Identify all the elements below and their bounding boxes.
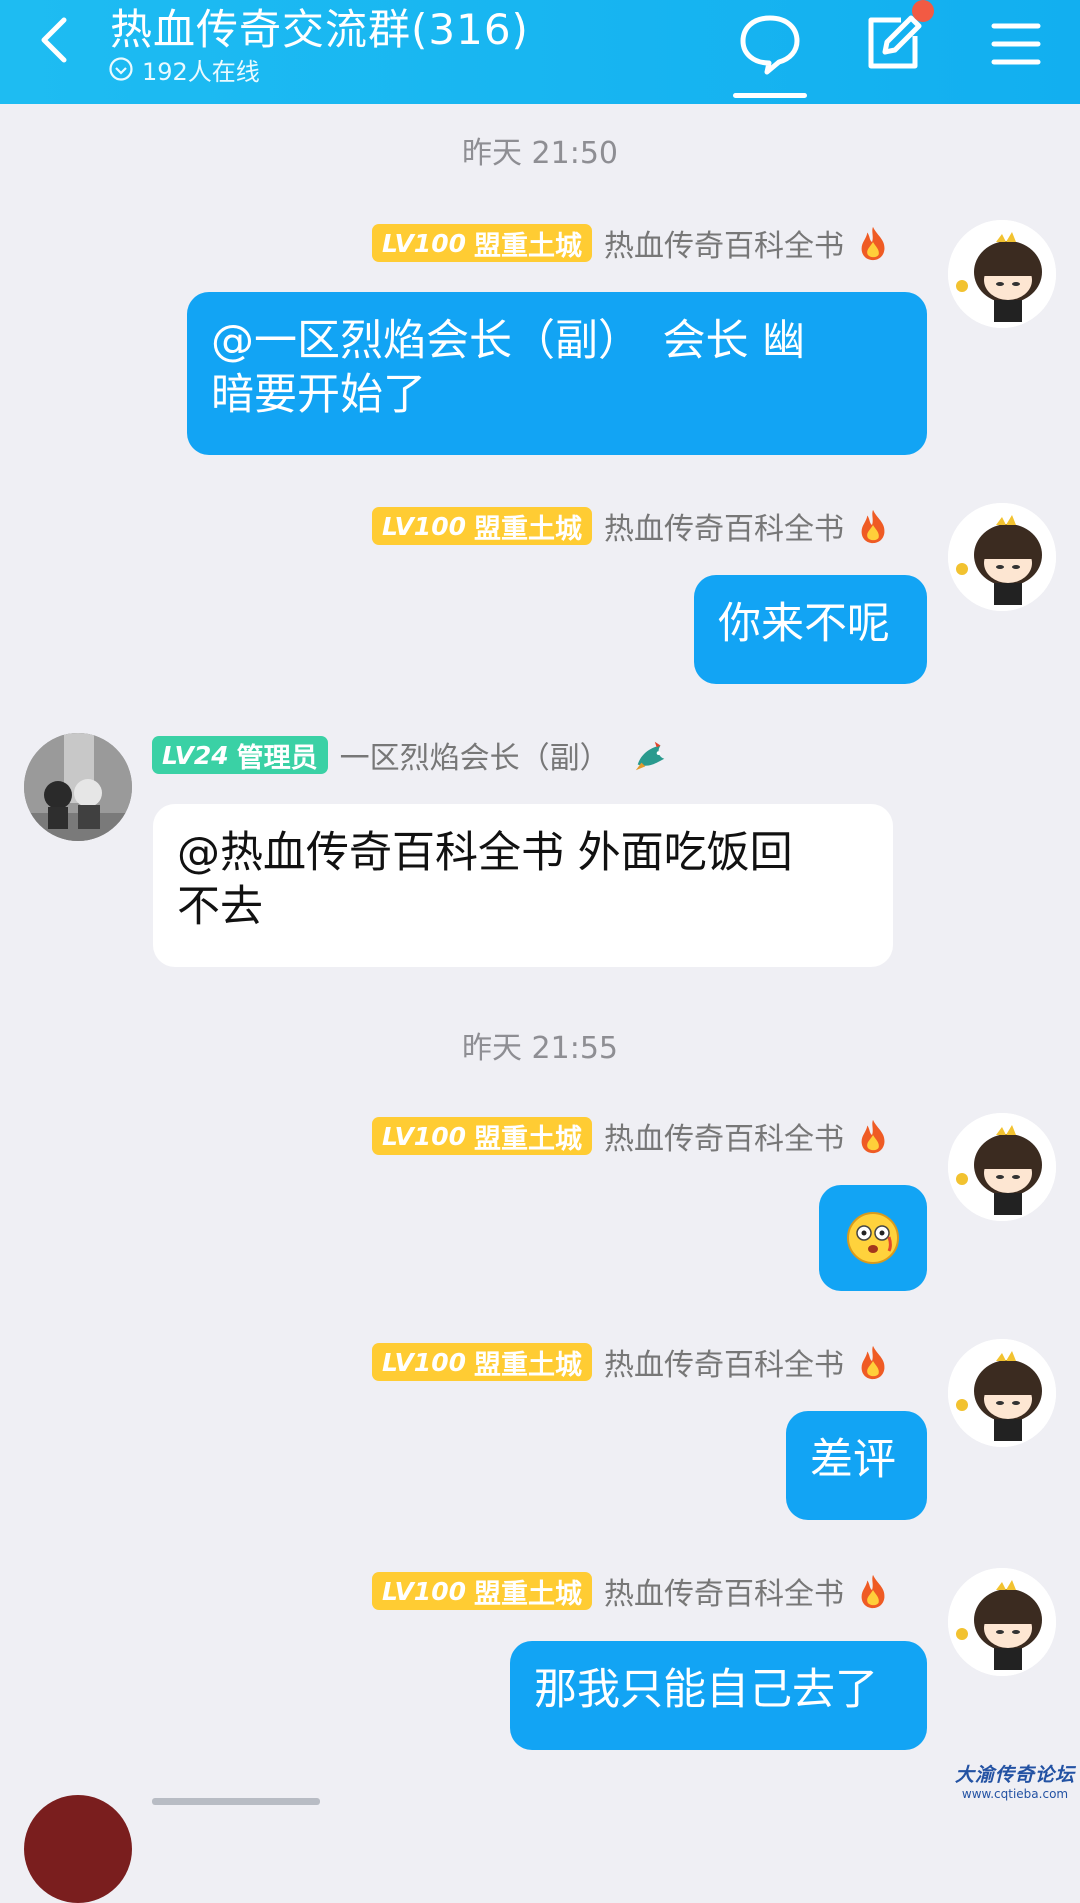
- watermark: 大渝传奇论坛 www.cqtieba.com: [955, 1764, 1076, 1801]
- level-badge: [152, 1798, 320, 1805]
- avatar[interactable]: [948, 1339, 1056, 1447]
- menu-icon[interactable]: [980, 8, 1050, 78]
- dragon-icon: [635, 741, 664, 771]
- fire-icon: [861, 1119, 885, 1154]
- chevron-left-icon[interactable]: [32, 10, 82, 70]
- top-bar: 热血传奇交流群(316) 192人在线: [0, 0, 1080, 104]
- level-badge: LV100 盟重土城: [371, 1572, 592, 1610]
- avatar[interactable]: [948, 1568, 1056, 1676]
- message-bubble[interactable]: 你来不呢: [694, 575, 927, 684]
- girl-avatar-icon: [948, 1113, 1056, 1221]
- sender-nickname[interactable]: 热血传奇百科全书: [604, 1114, 844, 1158]
- chat-bubble-icon[interactable]: [735, 8, 805, 78]
- girl-avatar-icon: [948, 1339, 1056, 1447]
- shocked-emoji-icon: [847, 1212, 899, 1264]
- avatar[interactable]: [948, 220, 1056, 328]
- sender-info: LV100 盟重土城 热血传奇百科全书: [371, 1340, 892, 1384]
- sender-info: LV24 管理员 一区烈焰会长（副）: [152, 733, 670, 777]
- fire-icon: [861, 509, 885, 544]
- level-badge: LV100 盟重土城: [371, 1117, 592, 1155]
- level-badge: LV24 管理员: [152, 736, 328, 774]
- sender-nickname[interactable]: 热血传奇百科全书: [604, 1340, 844, 1384]
- message-bubble[interactable]: 差评: [786, 1411, 927, 1520]
- message-bubble[interactable]: 那我只能自己去了: [510, 1641, 927, 1750]
- fire-icon: [861, 226, 885, 261]
- sender-info: LV100 盟重土城 热血传奇百科全书: [371, 504, 892, 548]
- check-circle-icon: [109, 57, 133, 81]
- level-badge: LV100 盟重土城: [371, 224, 592, 262]
- avatar[interactable]: [948, 503, 1056, 611]
- message-bubble[interactable]: [819, 1185, 927, 1291]
- notification-dot: [912, 0, 934, 22]
- online-count: 192人在线: [108, 52, 260, 86]
- sender-info: LV100 盟重土城 热血传奇百科全书: [371, 1569, 892, 1613]
- online-count-label: 192人在线: [142, 57, 260, 86]
- avatar[interactable]: [24, 733, 132, 841]
- avatar[interactable]: [948, 1113, 1056, 1221]
- fire-icon: [861, 1345, 885, 1380]
- level-badge: LV100 盟重土城: [371, 507, 592, 545]
- level-badge: LV100 盟重土城: [371, 1343, 592, 1381]
- sender-nickname[interactable]: 热血传奇百科全书: [604, 221, 844, 265]
- sender-nickname[interactable]: 热血传奇百科全书: [604, 1569, 844, 1613]
- message-bubble[interactable]: @一区烈焰会长（副） 会长 幽 暗要开始了: [187, 292, 927, 455]
- fire-icon: [861, 1574, 885, 1609]
- sender-info: LV100 盟重土城 热血传奇百科全书: [371, 221, 892, 265]
- group-title: 热血传奇交流群(316): [110, 5, 529, 54]
- timestamp: 昨天 21:50: [462, 136, 618, 171]
- sender-nickname[interactable]: 一区烈焰会长（副）: [340, 733, 610, 777]
- couple-avatar-icon: [24, 733, 132, 841]
- sender-nickname[interactable]: 热血传奇百科全书: [604, 504, 844, 548]
- girl-avatar-icon: [948, 1568, 1056, 1676]
- girl-avatar-icon: [948, 220, 1056, 328]
- timestamp: 昨天 21:55: [462, 1031, 618, 1066]
- sender-info: LV100 盟重土城 热血传奇百科全书: [371, 1114, 892, 1158]
- avatar[interactable]: [24, 1795, 132, 1903]
- active-tab-indicator: [733, 93, 807, 98]
- girl-avatar-icon: [948, 503, 1056, 611]
- message-bubble[interactable]: @热血传奇百科全书 外面吃饭回 不去: [153, 804, 893, 967]
